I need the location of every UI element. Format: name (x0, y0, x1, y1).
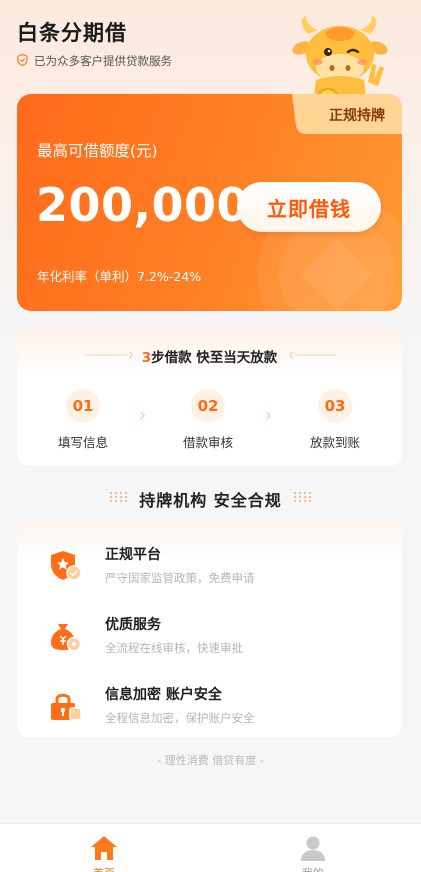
limit-label: 最高可借额度(元) (37, 142, 158, 160)
bottom-tab-bar: 首页 我的 (0, 823, 421, 872)
dots-decoration-icon (293, 491, 312, 503)
licensed-badge: 正规持牌 (292, 94, 402, 134)
chevron-right-icon: › (139, 405, 147, 426)
money-bag-icon (51, 624, 82, 652)
borrow-now-button[interactable]: 立即借钱 (237, 182, 381, 232)
subtitle: 已为众多客户提供贷款服务 (17, 53, 172, 69)
lock-icon (51, 693, 82, 721)
app-page: 白条分期借 已为众多客户提供贷款服务 正规持牌 最高可借额度(元) 200,00… (0, 0, 421, 872)
shield-star-icon (51, 551, 82, 581)
user-icon (301, 836, 325, 861)
step-label: 借款审核 (182, 435, 233, 450)
step-label: 填写信息 (57, 435, 108, 450)
step-number: 03 (318, 389, 352, 423)
tab-label: 首页 (44, 865, 164, 872)
step-label: 放款到账 (309, 435, 360, 450)
chevron-right-icon: › (265, 405, 273, 426)
limit-amount: 200,000 (36, 178, 250, 232)
steps-heading-text: 步借款 快至当天放款 (151, 350, 278, 366)
feature-item: 优质服务 全流程在线审核，快速审批 (17, 610, 402, 670)
feature-title: 优质服务 (105, 617, 161, 633)
tab-home[interactable]: 首页 (44, 824, 164, 872)
feature-description: 全流程在线审核，快速审批 (105, 641, 243, 655)
tab-label: 我的 (253, 865, 373, 872)
steps-count: 3 (141, 350, 152, 366)
step-item: 03 放款到账 (290, 389, 380, 451)
feature-description: 严守国家监管政策，免费申请 (105, 571, 255, 585)
subtitle-text: 已为众多客户提供贷款服务 (34, 54, 172, 68)
interest-rate-text: 年化利率（单利）7.2%-24% (37, 269, 202, 284)
compliance-features-card: 正规平台 严守国家监管政策，免费申请 优质服务 全流程在线审核，快速审批 信息加… (17, 520, 402, 737)
steps-heading: 3步借款 快至当天放款 (17, 346, 402, 366)
feature-title: 正规平台 (105, 547, 161, 563)
step-item: 01 填写信息 (38, 389, 128, 451)
feature-description: 全程信息加密，保护账户安全 (105, 711, 255, 725)
compliance-section-title: 持牌机构 安全合规 (139, 491, 282, 510)
step-item: 02 借款审核 (163, 389, 253, 451)
tab-profile[interactable]: 我的 (253, 824, 373, 872)
app-title: 白条分期借 (17, 21, 127, 45)
feature-title: 信息加密 账户安全 (105, 687, 222, 703)
feature-item: 正规平台 严守国家监管政策，免费申请 (17, 540, 402, 600)
credit-limit-card: 正规持牌 最高可借额度(元) 200,000 立即借钱 年化利率（单利）7.2%… (17, 94, 402, 311)
home-icon (91, 836, 117, 860)
step-number: 02 (191, 389, 225, 423)
licensed-badge-label: 正规持牌 (329, 108, 385, 124)
shield-check-icon (17, 53, 28, 69)
feature-item: 信息加密 账户安全 全程信息加密，保护账户安全 (17, 680, 402, 737)
footer-tagline: - 理性消费 借贷有度 - (157, 754, 264, 767)
step-number: 01 (66, 389, 100, 423)
loan-steps-card: 3步借款 快至当天放款 01 填写信息 › 02 借款审核 › 03 放款到账 (17, 327, 402, 466)
